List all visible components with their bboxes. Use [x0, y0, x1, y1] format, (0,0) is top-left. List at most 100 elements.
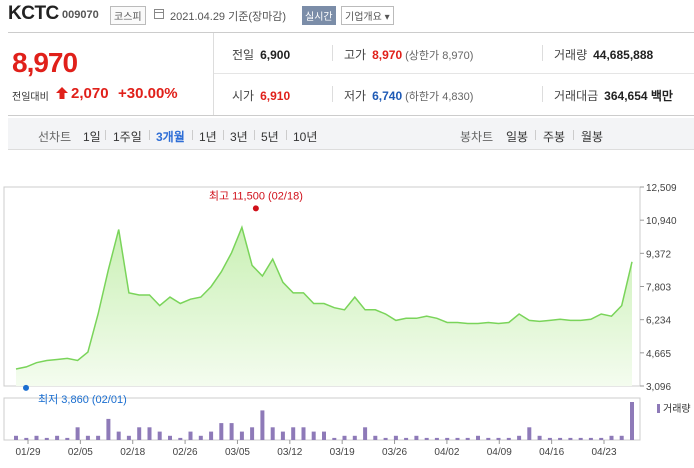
volume-bar	[239, 431, 244, 440]
quote-row-2: 시가 6,910 저가 6,740 (하한가 4,830) 거래대금 364,654 백…	[214, 74, 694, 115]
divider	[286, 130, 287, 140]
company-info-dropdown[interactable]: 기업개요 ▾	[341, 6, 394, 25]
volume-bar	[630, 402, 634, 440]
divider	[542, 45, 543, 61]
x-tick-label: 02/05	[68, 447, 93, 458]
volume-bar	[588, 437, 593, 440]
x-tick-label: 04/23	[591, 447, 616, 458]
volume-bar	[137, 427, 142, 440]
volume-bar	[322, 431, 326, 440]
candle-chart-label: 봉차트	[460, 130, 494, 144]
volume-bar	[455, 437, 460, 440]
market-badge: 코스피	[110, 6, 146, 25]
volume-bar	[188, 431, 193, 440]
period-3y[interactable]: 3년	[230, 128, 248, 145]
quote-summary: 8,970 전일대비 2,070 +30.00% 전일 6,900 고가 8,970…	[8, 32, 694, 116]
divider	[105, 130, 106, 140]
x-tick-label: 03/12	[277, 447, 302, 458]
prev-close-value: 6,900	[260, 48, 291, 62]
volume-bar	[116, 431, 121, 440]
volume-bar	[363, 427, 368, 440]
volume-bar	[106, 418, 111, 440]
price-chart[interactable]: 12,509 10,940 9,372 7,803 6,234 4,665 3,096 01…	[0, 176, 694, 468]
volume-bar	[270, 427, 275, 440]
stock-header: KCTC 009070 코스피 2021.04.29 기준(장마감) 실시간 기…	[0, 0, 694, 30]
volume-bar	[506, 437, 511, 440]
volume-bar	[209, 431, 214, 440]
volume-bar	[147, 427, 152, 440]
period-5y[interactable]: 5년	[261, 128, 279, 145]
x-tick-label: 03/19	[330, 447, 355, 458]
line-chart-label: 선차트	[38, 130, 72, 144]
x-tick-label: 03/05	[225, 447, 250, 458]
candle-monthly[interactable]: 월봉	[581, 128, 603, 145]
x-tick-label: 04/16	[539, 447, 564, 458]
open-value: 6,910	[260, 89, 291, 103]
volume-bar	[85, 435, 90, 440]
volume-bar	[599, 437, 604, 440]
quote-row-1: 전일 6,900 고가 8,970 (상한가 8,970) 거래량 44,685,888	[214, 33, 694, 74]
volume-bar	[619, 435, 624, 440]
stock-name: KCTC	[8, 3, 59, 24]
low-marker	[23, 384, 29, 391]
divider	[332, 45, 333, 61]
volume-bar	[168, 435, 172, 440]
volume-label: 거래량	[554, 48, 588, 62]
y-tick-label: 9,372	[646, 249, 671, 260]
x-tick-label: 04/02	[434, 447, 459, 458]
volume-bar	[383, 437, 388, 440]
volume-bar	[260, 410, 265, 440]
volume-bar	[486, 437, 491, 440]
volume-bar	[609, 435, 614, 440]
open-price: 시가 6,910	[232, 87, 290, 104]
volume-bar	[517, 435, 522, 440]
price-area-fill	[16, 227, 632, 386]
y-tick-label: 10,940	[646, 216, 677, 227]
volume-bar	[44, 437, 49, 440]
trade-value-label: 거래대금	[554, 89, 599, 103]
x-tick-label: 01/29	[15, 447, 40, 458]
volume-bar	[404, 437, 409, 440]
volume: 거래량 44,685,888	[554, 46, 653, 63]
volume-bar	[75, 427, 80, 440]
day-high: 고가 8,970 (상한가 8,970)	[344, 46, 473, 63]
volume-bar	[465, 437, 470, 440]
prev-close-label: 전일	[232, 48, 255, 62]
x-tick-label: 02/18	[120, 447, 145, 458]
volume-bar	[126, 435, 131, 440]
volume-bar	[527, 427, 532, 440]
period-3m[interactable]: 3개월	[156, 128, 185, 145]
y-tick-label: 4,665	[646, 349, 671, 360]
high-marker	[252, 205, 259, 212]
volume-bar	[445, 437, 450, 440]
volume-bar	[578, 437, 583, 440]
volume-bar	[434, 437, 439, 440]
period-1d[interactable]: 1일	[83, 128, 101, 145]
day-low-value: 6,740	[372, 89, 403, 103]
candle-daily[interactable]: 일봉	[506, 128, 528, 145]
divider	[149, 130, 150, 140]
period-1y[interactable]: 1년	[199, 128, 217, 145]
volume-bar	[96, 435, 101, 440]
y-tick-label: 3,096	[646, 382, 671, 393]
x-tick-label: 03/26	[382, 447, 407, 458]
period-10y[interactable]: 10년	[293, 128, 317, 145]
quote-date: 2021.04.29 기준(장마감)	[170, 11, 287, 23]
period-selector: 선차트 1일 1주일 3개월 1년 3년 5년 10년 봉차트 일봉 주봉 월봉	[8, 118, 694, 150]
x-tick-label: 04/09	[487, 447, 512, 458]
divider	[573, 130, 574, 140]
period-1w[interactable]: 1주일	[113, 128, 142, 145]
divider	[332, 86, 333, 102]
trade-value: 거래대금 364,654 백만	[554, 87, 673, 104]
candle-weekly[interactable]: 주봉	[543, 128, 565, 145]
open-label: 시가	[232, 89, 255, 103]
volume-bar	[568, 437, 573, 440]
change-amount: 2,070	[71, 85, 109, 102]
day-low: 저가 6,740 (하한가 4,830)	[344, 87, 473, 104]
day-low-label: 저가	[344, 89, 367, 103]
change-label: 전일대비	[12, 92, 49, 103]
x-tick-label: 02/26	[173, 447, 198, 458]
realtime-button[interactable]: 실시간	[302, 6, 336, 25]
volume-bar	[393, 435, 398, 440]
volume-bar	[157, 431, 162, 440]
